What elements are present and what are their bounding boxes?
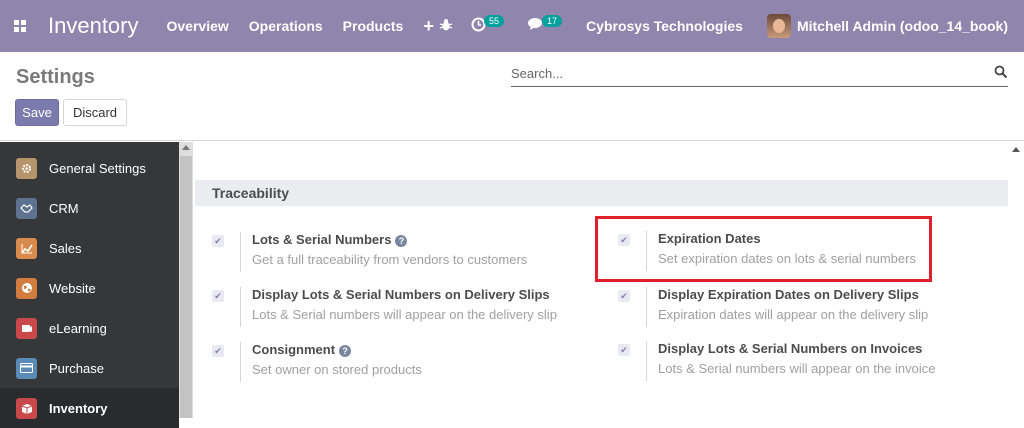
user-name: Mitchell Admin (odoo_14_book): [796, 18, 1008, 34]
sidebar-item-sales[interactable]: Sales: [0, 228, 179, 268]
scroll-up-arrow-icon[interactable]: [1012, 147, 1020, 152]
setting-title: Consignment: [252, 342, 336, 357]
settings-content: Traceability ✔ Lots & Serial Numbers? Ge…: [193, 142, 1024, 418]
setting-title: Display Lots & Serial Numbers on Deliver…: [252, 287, 550, 302]
credit-card-icon: [16, 357, 37, 379]
sidebar-item-label: Inventory: [49, 400, 108, 416]
setting-title-wrap: Lots & Serial Numbers?: [252, 232, 408, 247]
message-count-badge: 17: [542, 15, 563, 27]
setting-description: Set owner on stored products: [252, 362, 422, 377]
sidebar-item-label: Sales: [49, 240, 82, 256]
checkbox[interactable]: ✔: [212, 290, 224, 302]
sidebar-list: General Settings CRM Sales Website eLear…: [0, 142, 179, 428]
apps-menu-icon[interactable]: [0, 0, 40, 52]
sidebar-item-label: Website: [49, 280, 96, 296]
sidebar-item-elearning[interactable]: eLearning: [0, 308, 179, 348]
chart-icon: [16, 237, 37, 259]
setting-title-wrap: Consignment?: [252, 342, 352, 357]
setting-description: Lots & Serial numbers will appear on the…: [658, 361, 936, 376]
sidebar-item-label: eLearning: [49, 320, 107, 336]
avatar: [766, 14, 791, 38]
box-icon: [16, 397, 37, 419]
search-icon[interactable]: [994, 65, 1008, 79]
scroll-up-arrow-icon[interactable]: [182, 145, 190, 150]
setting-description: Lots & Serial numbers will appear on the…: [252, 307, 557, 322]
sidebar-item-website[interactable]: Website: [0, 268, 179, 308]
activity-count-badge: 55: [484, 15, 505, 27]
highlight-box: [595, 216, 932, 282]
divider: [240, 342, 241, 382]
gear-icon: [16, 157, 37, 179]
setting-consignment: ✔ Consignment? Set owner on stored produ…: [212, 342, 592, 386]
divider: [646, 341, 647, 381]
search-bar: [511, 61, 1008, 87]
setting-description: Expiration dates will appear on the deli…: [658, 307, 929, 322]
sidebar-item-crm[interactable]: CRM: [0, 188, 179, 228]
app-title[interactable]: Inventory: [48, 13, 139, 39]
elearning-icon: [16, 317, 37, 339]
sidebar-item-label: CRM: [49, 200, 79, 216]
plus-icon[interactable]: +: [423, 16, 434, 37]
checkbox[interactable]: ✔: [618, 344, 630, 356]
debug-bug-icon[interactable]: [439, 18, 453, 35]
top-navbar: Inventory Overview Operations Products +…: [0, 0, 1024, 52]
setting-lots-on-delivery-slips: ✔ Display Lots & Serial Numbers on Deliv…: [212, 287, 592, 331]
divider: [240, 287, 241, 327]
discard-button[interactable]: Discard: [63, 99, 127, 126]
control-panel: Settings Save Discard: [0, 52, 1024, 141]
divider: [240, 232, 241, 272]
sidebar-item-label: General Settings: [49, 160, 146, 176]
setting-title: Lots & Serial Numbers: [252, 232, 392, 247]
setting-expiration-on-delivery-slips: ✔ Display Expiration Dates on Delivery S…: [618, 287, 998, 331]
settings-sidebar: General Settings CRM Sales Website eLear…: [0, 142, 193, 428]
sidebar-item-inventory[interactable]: Inventory: [0, 388, 179, 428]
setting-title: Display Lots & Serial Numbers on Invoice…: [658, 341, 923, 356]
menu-operations[interactable]: Operations: [249, 18, 323, 34]
checkbox[interactable]: ✔: [212, 235, 224, 247]
user-menu[interactable]: Mitchell Admin (odoo_14_book): [766, 14, 1008, 38]
menu-products[interactable]: Products: [343, 18, 404, 34]
sidebar-scrollbar-thumb[interactable]: [180, 156, 192, 418]
help-icon[interactable]: ?: [395, 235, 408, 247]
setting-lots-on-invoices: ✔ Display Lots & Serial Numbers on Invoi…: [618, 341, 998, 385]
divider: [646, 287, 647, 327]
activity-button[interactable]: 55: [471, 15, 506, 36]
globe-icon: [16, 277, 37, 299]
handshake-icon: [16, 197, 37, 219]
sidebar-item-purchase[interactable]: Purchase: [0, 348, 179, 388]
setting-description: Get a full traceability from vendors to …: [252, 252, 528, 267]
sidebar-item-general-settings[interactable]: General Settings: [0, 148, 179, 188]
section-title: Traceability: [195, 180, 1008, 206]
page-title: Settings: [16, 66, 95, 88]
sidebar-item-label: Purchase: [49, 360, 104, 376]
company-switcher[interactable]: Cybrosys Technologies: [586, 18, 743, 34]
checkbox[interactable]: ✔: [212, 345, 224, 357]
save-button[interactable]: Save: [15, 99, 59, 126]
help-icon[interactable]: ?: [339, 345, 352, 357]
menu-overview[interactable]: Overview: [167, 18, 229, 34]
checkbox[interactable]: ✔: [618, 290, 630, 302]
setting-title: Display Expiration Dates on Delivery Sli…: [658, 287, 919, 302]
messages-button[interactable]: 17: [528, 15, 564, 35]
search-input[interactable]: [511, 66, 981, 81]
setting-lots-serial-numbers: ✔ Lots & Serial Numbers? Get a full trac…: [212, 232, 592, 276]
